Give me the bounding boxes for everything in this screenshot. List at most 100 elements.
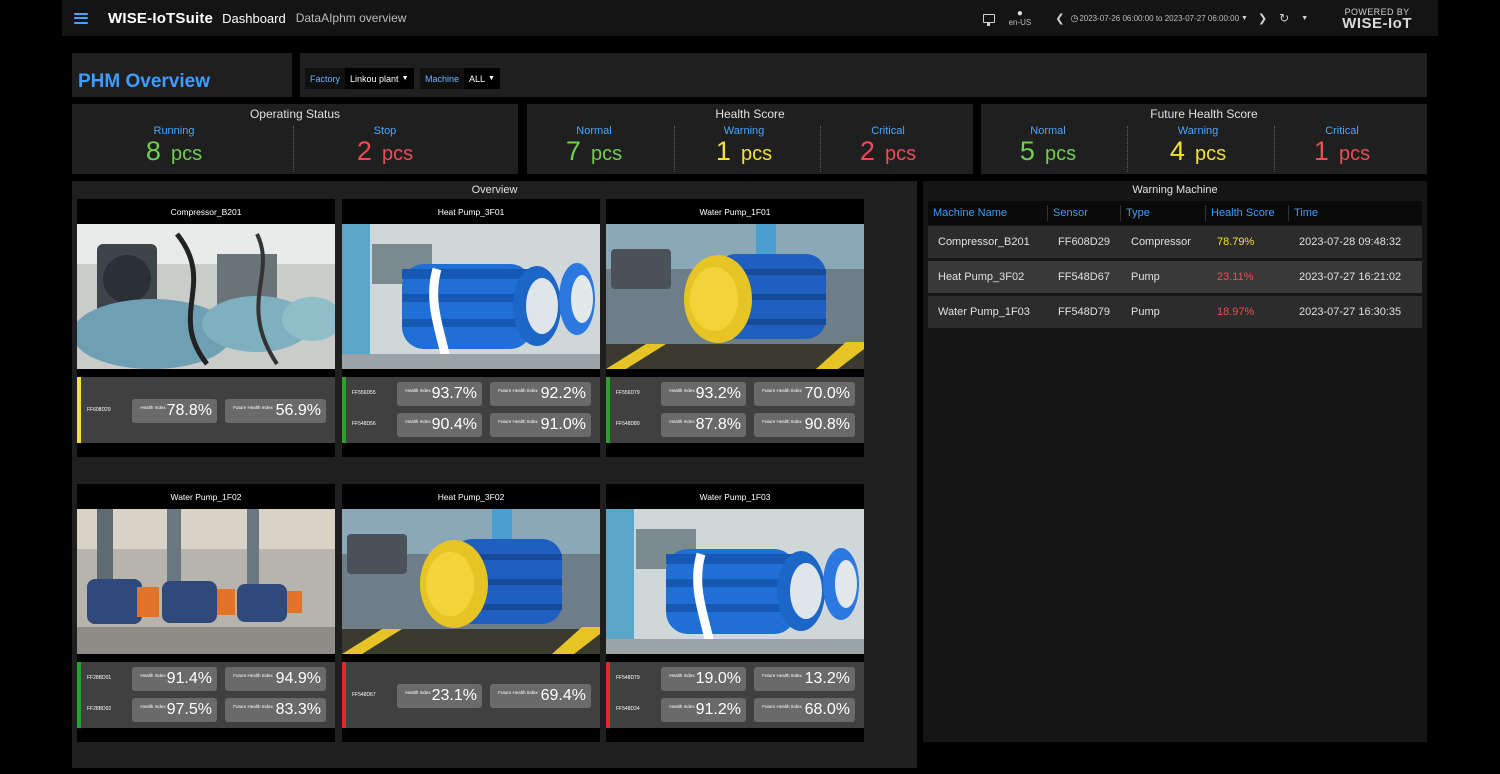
health-index-value: 97.5% <box>166 701 212 718</box>
future-health-index-value: 69.4% <box>540 687 586 704</box>
table-row[interactable]: Water Pump_1F03 FF548D79 Pump 18.97% 2023-07… <box>928 296 1422 328</box>
machine-photo[interactable] <box>606 509 864 654</box>
future-health-index-value: 56.9% <box>275 402 321 419</box>
machine-dropdown[interactable]: ALL ▼ <box>464 68 500 89</box>
health-index-value: 91.2% <box>695 701 741 718</box>
column-divider <box>1288 205 1289 221</box>
machine-name: Heat Pump_3F02 <box>437 492 505 502</box>
refresh-caret-icon[interactable]: ▼ <box>1301 15 1308 22</box>
powered-by-brand: WISE-IoT <box>1342 15 1412 32</box>
sensor-id: FF608D29 <box>87 407 111 413</box>
column-header-health-score[interactable]: Health Score <box>1211 207 1275 219</box>
machine-filter: Machine ALL ▼ <box>420 68 500 89</box>
health-index-badge: Health Index 90.4% <box>397 413 482 437</box>
column-header-sensor[interactable]: Sensor <box>1053 207 1088 219</box>
future-health-index-label: Future Health Index <box>762 419 802 424</box>
future-health-index-value: 70.0% <box>804 385 850 402</box>
machine-card[interactable]: Compressor_B201 FF608D29 Health Index 78.8%… <box>77 199 335 457</box>
health-index-badge: Health Index 91.2% <box>661 698 746 722</box>
machine-card[interactable]: Heat Pump_3F02 FF548D67 Health Index 23.1% F… <box>342 484 600 742</box>
time-cell: 2023-07-28 09:48:32 <box>1299 236 1402 248</box>
language-selector[interactable]: ● en-US <box>1009 9 1032 28</box>
sensor-id: FF28BD01 <box>87 675 112 681</box>
table-row[interactable]: Compressor_B201 FF608D29 Compressor 78.79% 2… <box>928 226 1422 258</box>
panel-title: Future Health Score <box>1150 107 1258 121</box>
future-health-index-label: Future Health Index <box>762 388 802 393</box>
table-row[interactable]: Heat Pump_3F02 FF548D67 Pump 23.11% 2023-07-… <box>928 261 1422 293</box>
machine-photo[interactable] <box>342 509 600 654</box>
time-range-picker[interactable]: 2023-07-26 06:00:00 to 2023-07-27 06:00:… <box>1079 14 1239 23</box>
health-index-badge: Health Index 91.4% <box>132 667 217 691</box>
brand-logo: WISE-IoTSuite <box>108 9 214 27</box>
health-index-value: 78.8% <box>166 402 212 419</box>
factory-dropdown[interactable]: Linkou plant ▼ <box>345 68 414 89</box>
warning-stat: Warning 4 pcs <box>1138 124 1258 170</box>
powered-by-logo: POWERED BY WISE-IoT <box>1342 7 1412 32</box>
stat-unit: pcs <box>1044 143 1077 165</box>
health-index-value: 91.4% <box>166 670 212 687</box>
menu-icon[interactable] <box>74 12 88 24</box>
sensor-id: FF548D79 <box>616 675 640 681</box>
health-index-label: Health Index <box>669 673 695 678</box>
machine-photo[interactable] <box>77 509 335 654</box>
factory-dropdown-value: Linkou plant <box>350 73 399 84</box>
machine-dropdown-value: ALL <box>469 73 486 84</box>
machine-photo[interactable] <box>342 224 600 369</box>
sensor-id: FF548D34 <box>616 706 640 712</box>
future-health-index-value: 83.3% <box>275 701 321 718</box>
critical-stat: Critical 1 pcs <box>1282 124 1402 170</box>
divider <box>820 126 821 172</box>
machine-name-cell: Compressor_B201 <box>938 236 1030 248</box>
nav-title[interactable]: Dashboard <box>222 11 286 26</box>
machine-name: Water Pump_1F03 <box>699 492 771 502</box>
panel-title: Operating Status <box>249 107 341 121</box>
chevron-left-icon[interactable]: ❮ <box>1055 12 1064 25</box>
machine-card[interactable]: Heat Pump_3F01 FF556D55 Health Index 93.7% F… <box>342 199 600 457</box>
health-index-value: 87.8% <box>695 416 741 433</box>
top-bar: WISE-IoTSuite Dashboard DataAIphm overvi… <box>62 0 1438 36</box>
sensor-row: FF548D79 Health Index 19.0% Future Health I… <box>606 662 864 695</box>
sensor-cell: FF608D29 <box>1058 236 1110 248</box>
machine-photo[interactable] <box>77 224 335 369</box>
future-health-index-label: Future Health Index <box>762 673 802 678</box>
refresh-icon[interactable]: ↻ <box>1279 11 1289 25</box>
factory-filter-label: Factory <box>310 73 341 84</box>
future-health-index-badge: Future Health Index 56.9% <box>225 399 326 423</box>
warning-stat: Warning 1 pcs <box>684 124 804 170</box>
panel-title: Warning Machine <box>1132 184 1218 196</box>
health-index-label: Health Index <box>140 673 166 678</box>
breadcrumb[interactable]: DataAIphm overview <box>296 11 407 25</box>
machine-card[interactable]: Water Pump_1F03 FF548D79 Health Index 19.0%… <box>606 484 864 742</box>
health-score-panel: Health Score Normal 7 pcs Warning 1 pcs Cr… <box>527 104 973 174</box>
machine-card[interactable]: Water Pump_1F01 FF556D79 Health Index 93.2%… <box>606 199 864 457</box>
sensor-metrics: FF556D79 Health Index 93.2% Future Health I… <box>606 377 864 443</box>
stat-value: 1 <box>1313 136 1329 166</box>
factory-filter: Factory Linkou plant ▼ <box>305 68 414 89</box>
stop-stat: Stop 2 pcs <box>325 124 445 170</box>
stat-unit: pcs <box>740 143 773 165</box>
caret-down-icon[interactable]: ▼ <box>1241 15 1248 22</box>
column-header-machine[interactable]: Machine Name <box>933 207 1007 219</box>
future-health-index-label: Future Health Index <box>233 673 273 678</box>
caret-down-icon: ▼ <box>488 75 495 82</box>
future-health-index-value: 91.0% <box>540 416 586 433</box>
future-health-index-badge: Future Health Index 68.0% <box>754 698 855 722</box>
health-index-badge: Health Index 19.0% <box>661 667 746 691</box>
monitor-icon[interactable] <box>982 13 995 26</box>
health-index-value: 19.0% <box>695 670 741 687</box>
health-index-label: Health Index <box>405 690 431 695</box>
table-header: Machine Name Sensor Type Health Score Ti… <box>928 201 1422 225</box>
machine-name-cell: Water Pump_1F03 <box>938 306 1030 318</box>
future-health-index-value: 94.9% <box>275 670 321 687</box>
health-index-label: Health Index <box>669 388 695 393</box>
machine-photo[interactable] <box>606 224 864 369</box>
future-health-index-value: 68.0% <box>804 701 850 718</box>
stat-unit: pcs <box>590 143 623 165</box>
stat-unit: pcs <box>381 143 414 165</box>
machine-card[interactable]: Water Pump_1F02 FF28BD01 Health Index 91.4%… <box>77 484 335 742</box>
sensor-id: FF548D67 <box>352 692 376 698</box>
column-header-type[interactable]: Type <box>1126 207 1150 219</box>
column-header-time[interactable]: Time <box>1294 207 1318 219</box>
machine-filter-label: Machine <box>425 73 460 84</box>
chevron-right-icon[interactable]: ❯ <box>1258 12 1267 25</box>
